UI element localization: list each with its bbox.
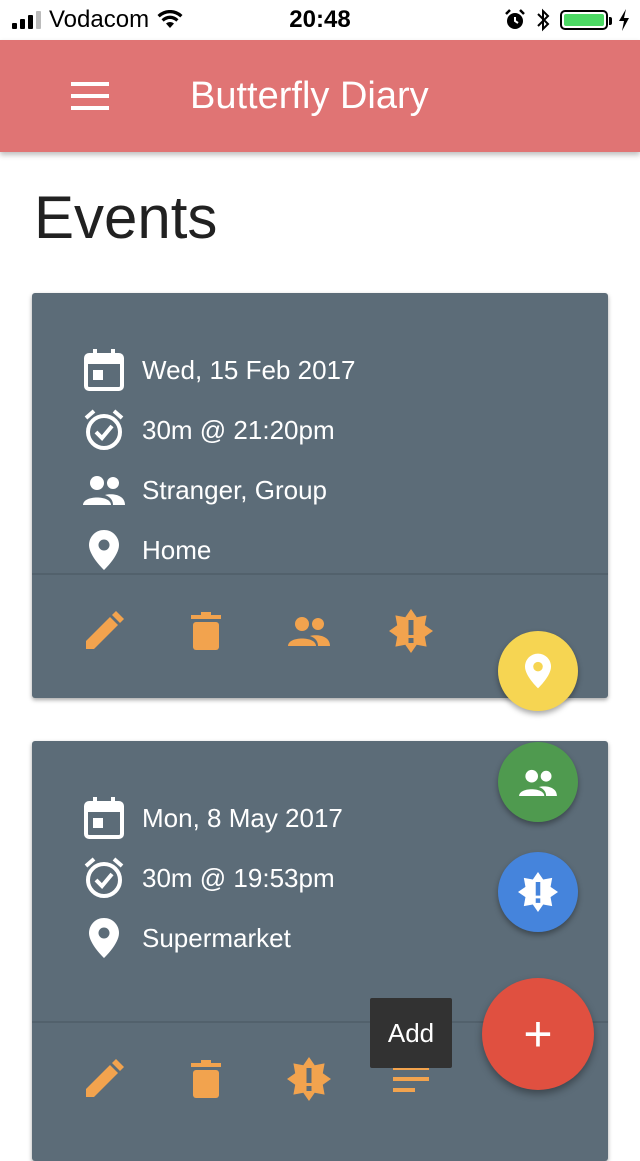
- people-icon: [83, 476, 125, 505]
- alarm-icon: [505, 9, 525, 29]
- page-title: Events: [34, 184, 218, 251]
- delete-button[interactable]: [178, 1051, 234, 1107]
- add-people-fab[interactable]: [498, 742, 578, 822]
- event-time-row: 30m @ 21:20pm: [82, 402, 335, 458]
- plus-icon: +: [523, 1006, 553, 1062]
- event-date: Wed, 15 Feb 2017: [142, 354, 356, 385]
- add-fab[interactable]: +: [482, 978, 594, 1090]
- location-pin-icon: [89, 530, 119, 570]
- edit-button[interactable]: [76, 1051, 132, 1107]
- add-tooltip: Add: [370, 998, 452, 1068]
- delete-icon: [191, 1060, 221, 1098]
- status-bar: Vodacom 20:48: [0, 0, 640, 40]
- add-location-fab[interactable]: [498, 631, 578, 711]
- delete-icon: [191, 612, 221, 650]
- battery-icon: [560, 10, 612, 30]
- alert-button[interactable]: [383, 603, 439, 659]
- event-location-row: Home: [82, 522, 211, 578]
- edit-button[interactable]: [76, 603, 132, 659]
- event-date: Mon, 8 May 2017: [142, 802, 343, 833]
- calendar-icon: [84, 349, 124, 391]
- location-pin-icon: [89, 918, 119, 958]
- alert-icon: [518, 872, 558, 912]
- event-date-row: Mon, 8 May 2017: [82, 790, 343, 846]
- app-title: Butterfly Diary: [190, 75, 429, 117]
- event-location: Home: [142, 534, 212, 565]
- alert-icon: [287, 1057, 331, 1101]
- people-icon: [288, 617, 330, 646]
- delete-button[interactable]: [178, 603, 234, 659]
- notes-icon: [393, 1066, 429, 1092]
- alert-button[interactable]: [281, 1051, 337, 1107]
- alarm-check-icon: [84, 409, 124, 450]
- event-people-row: Stranger, Group: [82, 462, 327, 518]
- calendar-icon: [84, 797, 124, 839]
- event-time-row: 30m @ 19:53pm: [82, 850, 335, 906]
- card-divider: [32, 573, 608, 575]
- add-alert-fab[interactable]: [498, 852, 578, 932]
- event-date-row: Wed, 15 Feb 2017: [82, 342, 355, 398]
- alert-icon: [389, 609, 433, 653]
- people-button[interactable]: [281, 603, 337, 659]
- menu-icon: [71, 82, 109, 110]
- alarm-check-icon: [84, 857, 124, 898]
- edit-icon: [86, 1059, 124, 1097]
- event-time: 30m @ 19:53pm: [142, 862, 335, 893]
- people-icon: [519, 769, 557, 796]
- location-pin-icon: [525, 653, 551, 689]
- edit-icon: [86, 611, 124, 649]
- event-location: Supermarket: [142, 922, 291, 953]
- app-bar: Butterfly Diary: [0, 40, 640, 152]
- event-people: Stranger, Group: [142, 474, 327, 505]
- event-time: 30m @ 21:20pm: [142, 414, 335, 445]
- bluetooth-icon: [537, 8, 550, 32]
- menu-button[interactable]: [58, 66, 122, 126]
- event-location-row: Supermarket: [82, 910, 291, 966]
- charging-icon: [619, 9, 629, 31]
